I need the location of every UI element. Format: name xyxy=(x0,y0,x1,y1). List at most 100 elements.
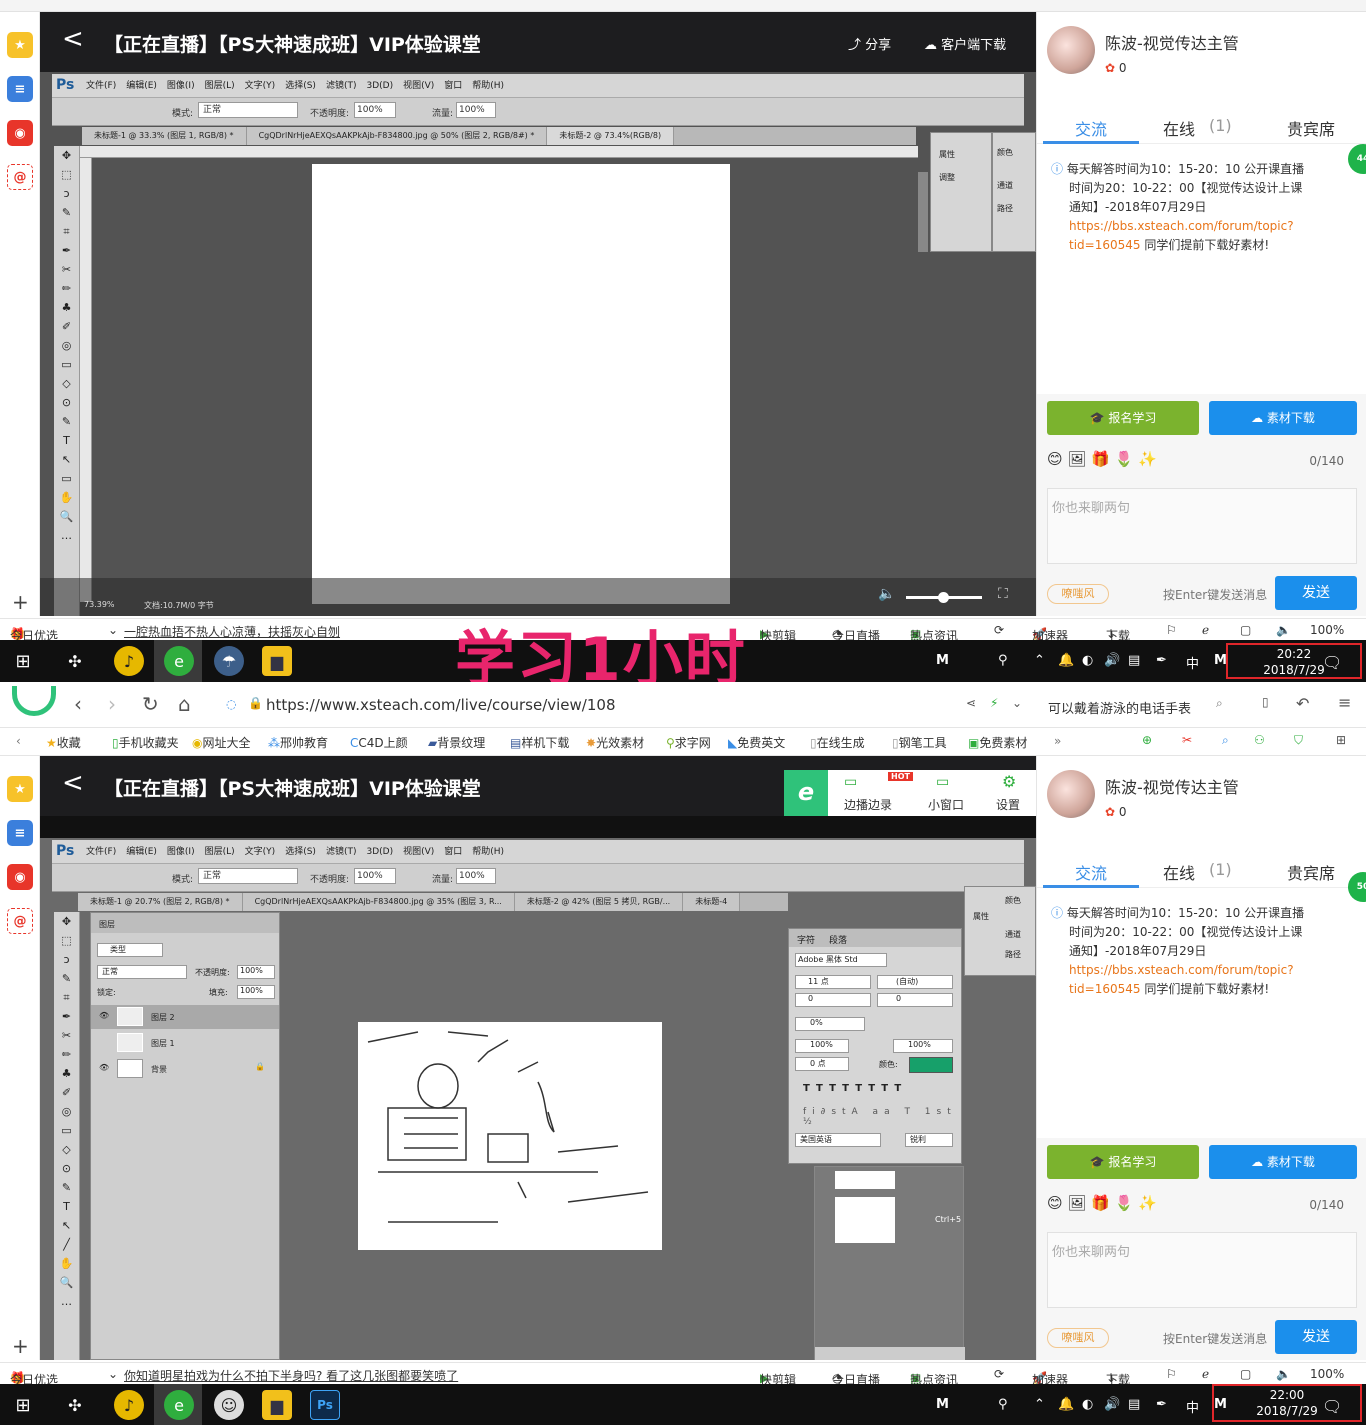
phone-icon[interactable]: ▯ xyxy=(1262,695,1269,709)
sound-icon[interactable]: 🔈 xyxy=(1276,1367,1291,1381)
video-stream[interactable]: Ps 文件(F) 编辑(E) 图像(I) 图层(L) 文字(Y) 选择(S) 滤镜(T) 3D… xyxy=(40,816,1036,1360)
photoshop-icon[interactable]: Ps xyxy=(310,1390,340,1420)
undo-icon[interactable]: ↶ xyxy=(1296,694,1309,713)
bookmark[interactable]: ⚲求字网 xyxy=(666,734,711,751)
music-app-icon[interactable]: ♪ xyxy=(114,646,144,676)
bell-icon[interactable]: 🔔 xyxy=(1058,1397,1074,1412)
bookmark[interactable]: ▤样机下载 xyxy=(510,734,569,751)
add-icon[interactable]: + xyxy=(12,590,29,614)
window-icon[interactable]: ▢ xyxy=(1240,1367,1251,1381)
chevron-up-icon[interactable]: ⌃ xyxy=(1034,1397,1045,1412)
pen-icon[interactable]: ✒ xyxy=(1156,653,1167,668)
volume-icon[interactable]: 🔊 xyxy=(1104,1397,1120,1412)
style-tag[interactable]: 嘹嗤风 xyxy=(1047,1328,1109,1348)
settings-button[interactable]: 设置 xyxy=(996,796,1020,813)
chevron-down-icon[interactable]: ⌄ xyxy=(1012,696,1022,710)
tray-m-icon[interactable]: M xyxy=(1214,653,1227,668)
flower-icon[interactable]: 🌷 xyxy=(1115,450,1134,468)
pen-icon[interactable]: ✒ xyxy=(1156,1397,1167,1412)
ime-indicator[interactable]: 中 xyxy=(1186,653,1199,672)
notice-link[interactable]: tid=160545 xyxy=(1069,238,1141,252)
notification-icon[interactable]: 🗨 xyxy=(1322,653,1342,672)
volume-slider[interactable] xyxy=(906,592,982,603)
back-button[interactable]: < xyxy=(62,770,84,796)
app-avatar-icon[interactable]: ☺ xyxy=(214,1390,244,1420)
reload-icon[interactable]: ↻ xyxy=(142,692,159,716)
notification-icon[interactable]: 🗨 xyxy=(1322,1397,1342,1416)
back-icon[interactable]: ‹ xyxy=(74,692,82,716)
windows-start-icon[interactable]: ⊞ xyxy=(8,1390,38,1420)
enroll-button[interactable]: 🎓 报名学习 xyxy=(1047,1145,1199,1179)
search-icon[interactable]: ⌕ xyxy=(1216,696,1223,711)
mini-window-button[interactable]: 小窗口 xyxy=(928,796,964,813)
menu-icon[interactable]: ≡ xyxy=(1338,693,1351,712)
people-icon[interactable]: ⚲ xyxy=(998,653,1008,668)
favorites-icon[interactable]: ★ xyxy=(7,776,33,802)
refresh-icon[interactable]: ⟳ xyxy=(994,623,1004,637)
download-client-button[interactable]: ☁ 客户端下载 xyxy=(924,34,1006,53)
record-button[interactable]: 边播边录 xyxy=(844,796,892,813)
add-icon[interactable]: + xyxy=(12,1334,29,1358)
bolt-icon[interactable]: ⚡ xyxy=(990,696,998,710)
ie-icon[interactable]: ℯ xyxy=(1202,623,1209,637)
people-icon[interactable]: ⚲ xyxy=(998,1397,1008,1412)
more-bookmarks-icon[interactable]: » xyxy=(1054,734,1061,748)
ie-icon[interactable]: ℯ xyxy=(1202,1367,1209,1381)
bookmark[interactable]: ◉网址大全 xyxy=(192,734,251,751)
float-badge[interactable]: 50 xyxy=(1348,872,1366,902)
bookmark[interactable]: ◣免费英文 xyxy=(728,734,785,751)
browser-360-icon[interactable]: e xyxy=(164,1390,194,1420)
volume-icon[interactable]: 🔈 xyxy=(878,586,895,602)
fullscreen-icon[interactable]: ⛶ xyxy=(998,586,1008,602)
tab-vip[interactable]: 贵宾席 xyxy=(1287,860,1335,884)
flag-icon[interactable]: ⚐ xyxy=(1166,1367,1177,1381)
tray-green-icon[interactable]: ◐ xyxy=(1082,1397,1093,1412)
sound-icon[interactable]: 🔈 xyxy=(1276,623,1291,637)
video-stream[interactable]: Ps 文件(F) 编辑(E) 图像(I) 图层(L) 文字(Y) 选择(S) 滤镜(T) 3D… xyxy=(40,72,1036,616)
search-box[interactable]: 可以戴着游泳的电话手表 xyxy=(1048,698,1191,717)
news-link[interactable]: 你知道明星拍戏为什么不拍下半身吗? 看了这几张图都要笑喷了 xyxy=(124,1367,458,1384)
gift-icon[interactable]: 🎁 xyxy=(1091,450,1110,468)
bookmark[interactable]: ▰背景纹理 xyxy=(428,734,485,751)
window-icon[interactable]: ▢ xyxy=(1240,623,1251,637)
apps-icon[interactable]: ⊞ xyxy=(1336,733,1346,747)
refresh-icon[interactable]: ⟳ xyxy=(994,1367,1004,1381)
windows-start-icon[interactable]: ⊞ xyxy=(8,646,38,676)
wand-icon[interactable]: ✨ xyxy=(1138,450,1157,468)
flag-icon[interactable]: ⚐ xyxy=(1166,623,1177,637)
notice-link[interactable]: tid=160545 xyxy=(1069,982,1141,996)
notice-link[interactable]: https://bbs.xsteach.com/forum/topic? xyxy=(1051,961,1341,980)
folder-icon[interactable]: ▆ xyxy=(262,1390,292,1420)
image-icon[interactable]: 🖼 xyxy=(1067,450,1086,468)
pinwheel-icon[interactable]: ✣ xyxy=(60,646,90,676)
chevron-up-icon[interactable]: ⌃ xyxy=(1034,653,1045,668)
forward-icon[interactable]: › xyxy=(108,692,116,716)
bookmark[interactable]: ▯钢笔工具 xyxy=(892,734,947,751)
tab-chat[interactable]: 交流 xyxy=(1075,116,1107,140)
ext-icon[interactable]: ⊕ xyxy=(1142,733,1152,747)
weibo-icon[interactable]: ◉ xyxy=(7,864,33,890)
bookmark[interactable]: ⁂邢帅教育 xyxy=(268,734,328,751)
tab-vip[interactable]: 贵宾席 xyxy=(1287,116,1335,140)
volume-icon[interactable]: 🔊 xyxy=(1104,653,1120,668)
tab-online[interactable]: 在线 xyxy=(1163,860,1195,884)
mail-icon[interactable]: @ xyxy=(7,164,33,190)
send-button[interactable]: 发送 xyxy=(1275,1320,1357,1354)
zoom-level[interactable]: 100% xyxy=(1310,1367,1344,1381)
gamepad-icon[interactable]: ⚇ xyxy=(1254,733,1265,747)
material-button[interactable]: ☁ 素材下载 xyxy=(1209,401,1357,435)
weibo-icon[interactable]: ◉ xyxy=(7,120,33,146)
ime-indicator[interactable]: 中 xyxy=(1186,1397,1199,1416)
folder-icon[interactable]: ▆ xyxy=(262,646,292,676)
share-button[interactable]: ⤴ 分享 xyxy=(848,34,891,53)
tray-m-icon[interactable]: M xyxy=(936,653,949,668)
network-icon[interactable]: ▤ xyxy=(1128,653,1140,668)
smile-icon[interactable]: 😊 xyxy=(1047,1194,1063,1212)
tray-green-icon[interactable]: ◐ xyxy=(1082,653,1093,668)
bookmark[interactable]: ▯手机收藏夹 xyxy=(112,734,179,751)
bookmark[interactable]: ▣免费素材 xyxy=(968,734,1027,751)
chevron-down-icon[interactable]: ⌄ xyxy=(108,623,118,637)
style-tag[interactable]: 嘹嗤风 xyxy=(1047,584,1109,604)
material-button[interactable]: ☁ 素材下载 xyxy=(1209,1145,1357,1179)
tab-online[interactable]: 在线 xyxy=(1163,116,1195,140)
